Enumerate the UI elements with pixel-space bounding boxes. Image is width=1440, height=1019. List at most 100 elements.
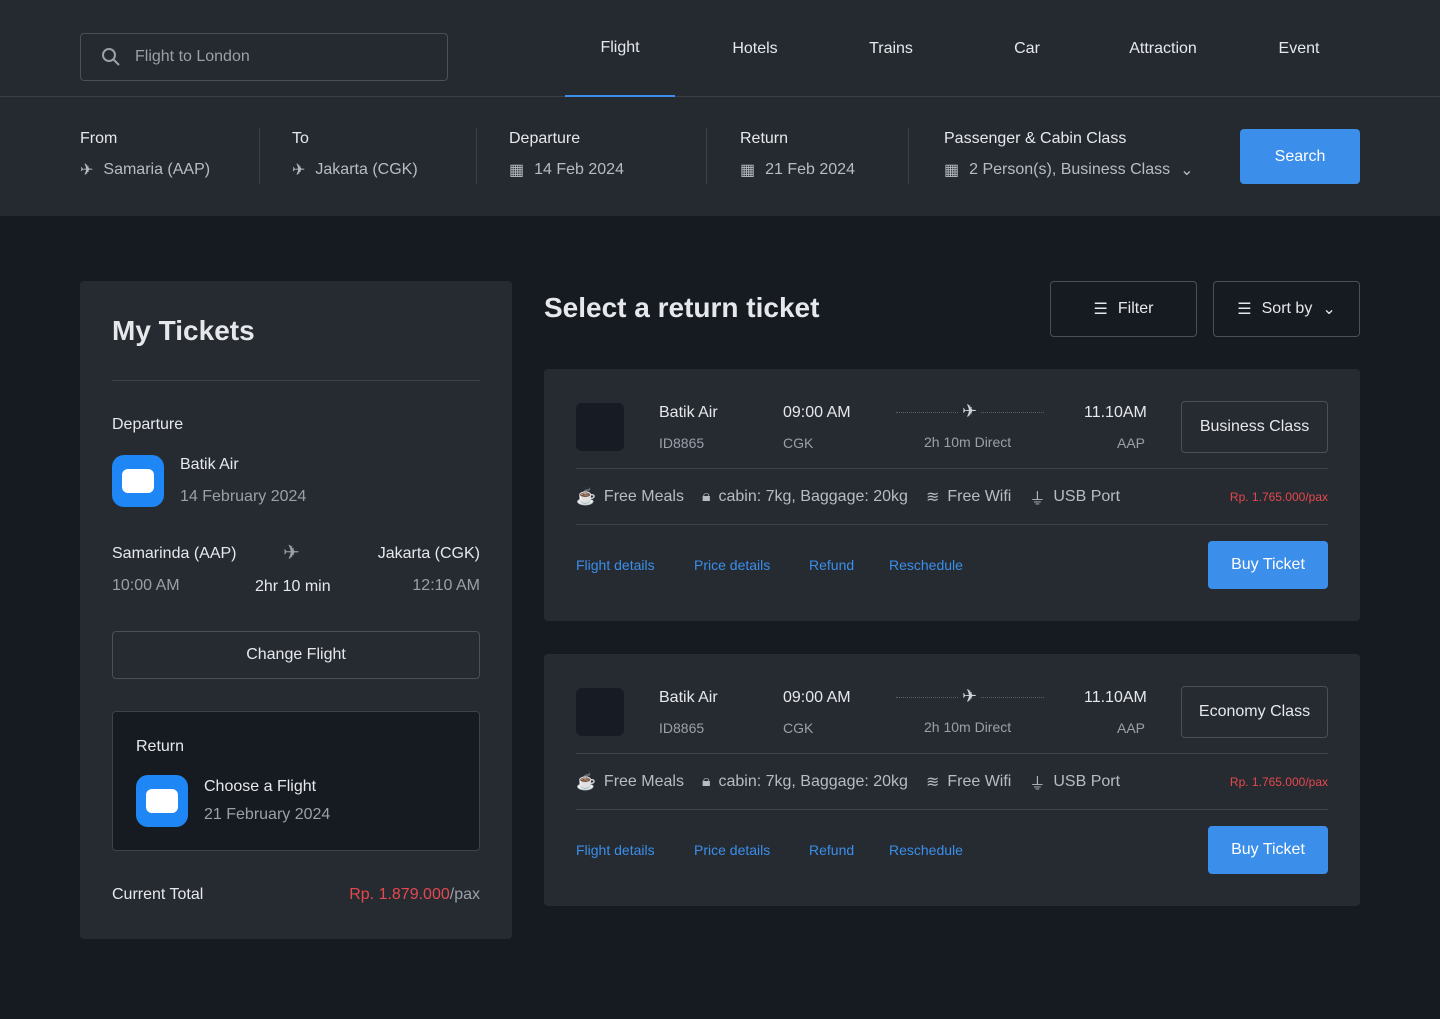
flight-code: ID8865 (659, 720, 705, 736)
duration: 2h 10m Direct (924, 434, 1012, 450)
arrival-airport: AAP (1117, 720, 1146, 736)
lock-icon: 🔒︎ (701, 773, 711, 790)
price: Rp. 1.765.000/pax (1229, 490, 1328, 504)
divider (576, 753, 1328, 754)
airline-logo (576, 688, 624, 736)
passenger-label: Passenger & Cabin Class (944, 130, 1127, 147)
filter-label: Filter (1117, 300, 1154, 317)
wifi-icon: ≋ (925, 489, 940, 506)
calendar-icon: ▦ (509, 162, 525, 179)
divider (476, 128, 477, 184)
class-badge[interactable]: Business Class (1181, 401, 1328, 453)
lock-icon: 🔒︎ (701, 488, 711, 505)
flight-details-link[interactable]: Flight details (576, 557, 655, 573)
plug-icon: ⏚ (1029, 776, 1046, 793)
sort-icon: ☰ (1237, 301, 1252, 318)
cup-icon: ☕ (576, 774, 596, 791)
search-button[interactable]: Search (1240, 129, 1360, 184)
plane-icon: ✈ (958, 686, 982, 707)
tab-car[interactable]: Car (972, 0, 1082, 97)
amenity-label: cabin: 7kg, Baggage: 20kg (718, 773, 908, 790)
divider (112, 380, 480, 381)
to-label: To (292, 130, 309, 147)
amenity-wifi: ≋ Free Wifi (926, 485, 1011, 509)
landing-icon: ✈ (292, 162, 306, 179)
return-label: Return (740, 130, 789, 147)
panel-title: My Tickets (112, 315, 255, 346)
total-label: Current Total (112, 886, 204, 903)
tab-flight[interactable]: Flight (565, 0, 675, 97)
buy-ticket-button[interactable]: Buy Ticket (1208, 541, 1328, 589)
departure-value: 14 Feb 2024 (534, 161, 624, 178)
arrival-time: 11.10AM (1084, 404, 1147, 421)
airline-logo-icon (136, 775, 188, 827)
divider (576, 468, 1328, 469)
chevron-down-icon: ⌄ (1322, 301, 1336, 318)
amenity-baggage: 🔒︎ cabin: 7kg, Baggage: 20kg (702, 485, 908, 509)
seat-icon: ▦ (944, 162, 960, 179)
from-field[interactable]: From ✈ Samaria (AAP) (80, 130, 210, 180)
buy-ticket-button[interactable]: Buy Ticket (1208, 826, 1328, 874)
divider (259, 128, 260, 184)
duration: 2hr 10 min (255, 578, 331, 595)
to-field[interactable]: To ✈ Jakarta (CGK) (292, 130, 418, 180)
duration: 2h 10m Direct (924, 719, 1012, 735)
passenger-field[interactable]: Passenger & Cabin Class ▦ 2 Person(s), Bus… (944, 130, 1194, 180)
price: Rp. 1.765.000/pax (1229, 775, 1328, 789)
to-value: Jakarta (CGK) (315, 161, 418, 178)
plug-icon: ⏚ (1029, 491, 1046, 508)
reschedule-link[interactable]: Reschedule (889, 557, 963, 573)
return-date: 21 February 2024 (204, 806, 331, 823)
wifi-icon: ≋ (925, 774, 940, 791)
search-input[interactable]: Flight to London (80, 33, 448, 81)
amenity-usb: ⏚ USB Port (1029, 485, 1120, 509)
airline-logo-icon (112, 455, 164, 507)
search-form (0, 97, 1440, 216)
amenity-label: Free Meals (603, 773, 684, 790)
tab-event[interactable]: Event (1244, 0, 1354, 97)
destination: Jakarta (CGK) (377, 545, 480, 562)
divider (576, 809, 1328, 810)
amenity-label: Free Wifi (947, 488, 1012, 505)
divider (576, 524, 1328, 525)
amenity-label: USB Port (1053, 773, 1121, 790)
return-field[interactable]: Return ▦ 21 Feb 2024 (740, 130, 855, 180)
tab-hotels[interactable]: Hotels (700, 0, 810, 97)
departure-time: 10:00 AM (112, 577, 180, 594)
departure-time: 09:00 AM (783, 689, 851, 706)
departure-time: 09:00 AM (783, 404, 851, 421)
flight-details-link[interactable]: Flight details (576, 842, 655, 858)
amenity-label: cabin: 7kg, Baggage: 20kg (718, 488, 908, 505)
arrival-time: 12:10 AM (412, 577, 480, 594)
tab-attraction[interactable]: Attraction (1108, 0, 1218, 97)
price-details-link[interactable]: Price details (694, 557, 770, 573)
change-flight-button[interactable]: Change Flight (112, 631, 480, 679)
takeoff-icon: ✈ (80, 162, 94, 179)
airline-name: Batik Air (659, 404, 718, 421)
amenity-meals: ☕ Free Meals (576, 770, 684, 794)
refund-link[interactable]: Refund (809, 842, 854, 858)
amenity-baggage: 🔒︎ cabin: 7kg, Baggage: 20kg (702, 770, 908, 794)
flight-card: Batik Air ID8865 09:00 AM CGK ✈ 2h 10m D… (544, 369, 1360, 621)
airline-name: Batik Air (180, 456, 239, 473)
return-heading: Return (136, 738, 185, 755)
airline-name: Batik Air (659, 689, 718, 706)
arrival-airport: AAP (1117, 435, 1146, 451)
price-details-link[interactable]: Price details (694, 842, 770, 858)
return-value: 21 Feb 2024 (765, 161, 855, 178)
filter-button[interactable]: ☰ Filter (1050, 281, 1197, 337)
reschedule-link[interactable]: Reschedule (889, 842, 963, 858)
departure-field[interactable]: Departure ▦ 14 Feb 2024 (509, 130, 624, 180)
sort-button[interactable]: ☰ Sort by ⌄ (1213, 281, 1360, 337)
calendar-icon: ▦ (740, 162, 756, 179)
plane-icon: ✈ (958, 401, 982, 422)
total-value: Rp. 1.879.000/pax (349, 886, 480, 904)
tab-trains[interactable]: Trains (836, 0, 946, 97)
departure-airport: CGK (783, 720, 814, 736)
refund-link[interactable]: Refund (809, 557, 854, 573)
cup-icon: ☕ (576, 489, 596, 506)
from-label: From (80, 130, 118, 147)
departure-label: Departure (509, 130, 581, 147)
class-badge[interactable]: Economy Class (1181, 686, 1328, 738)
flight-card: Batik Air ID8865 09:00 AM CGK ✈ 2h 10m D… (544, 654, 1360, 906)
